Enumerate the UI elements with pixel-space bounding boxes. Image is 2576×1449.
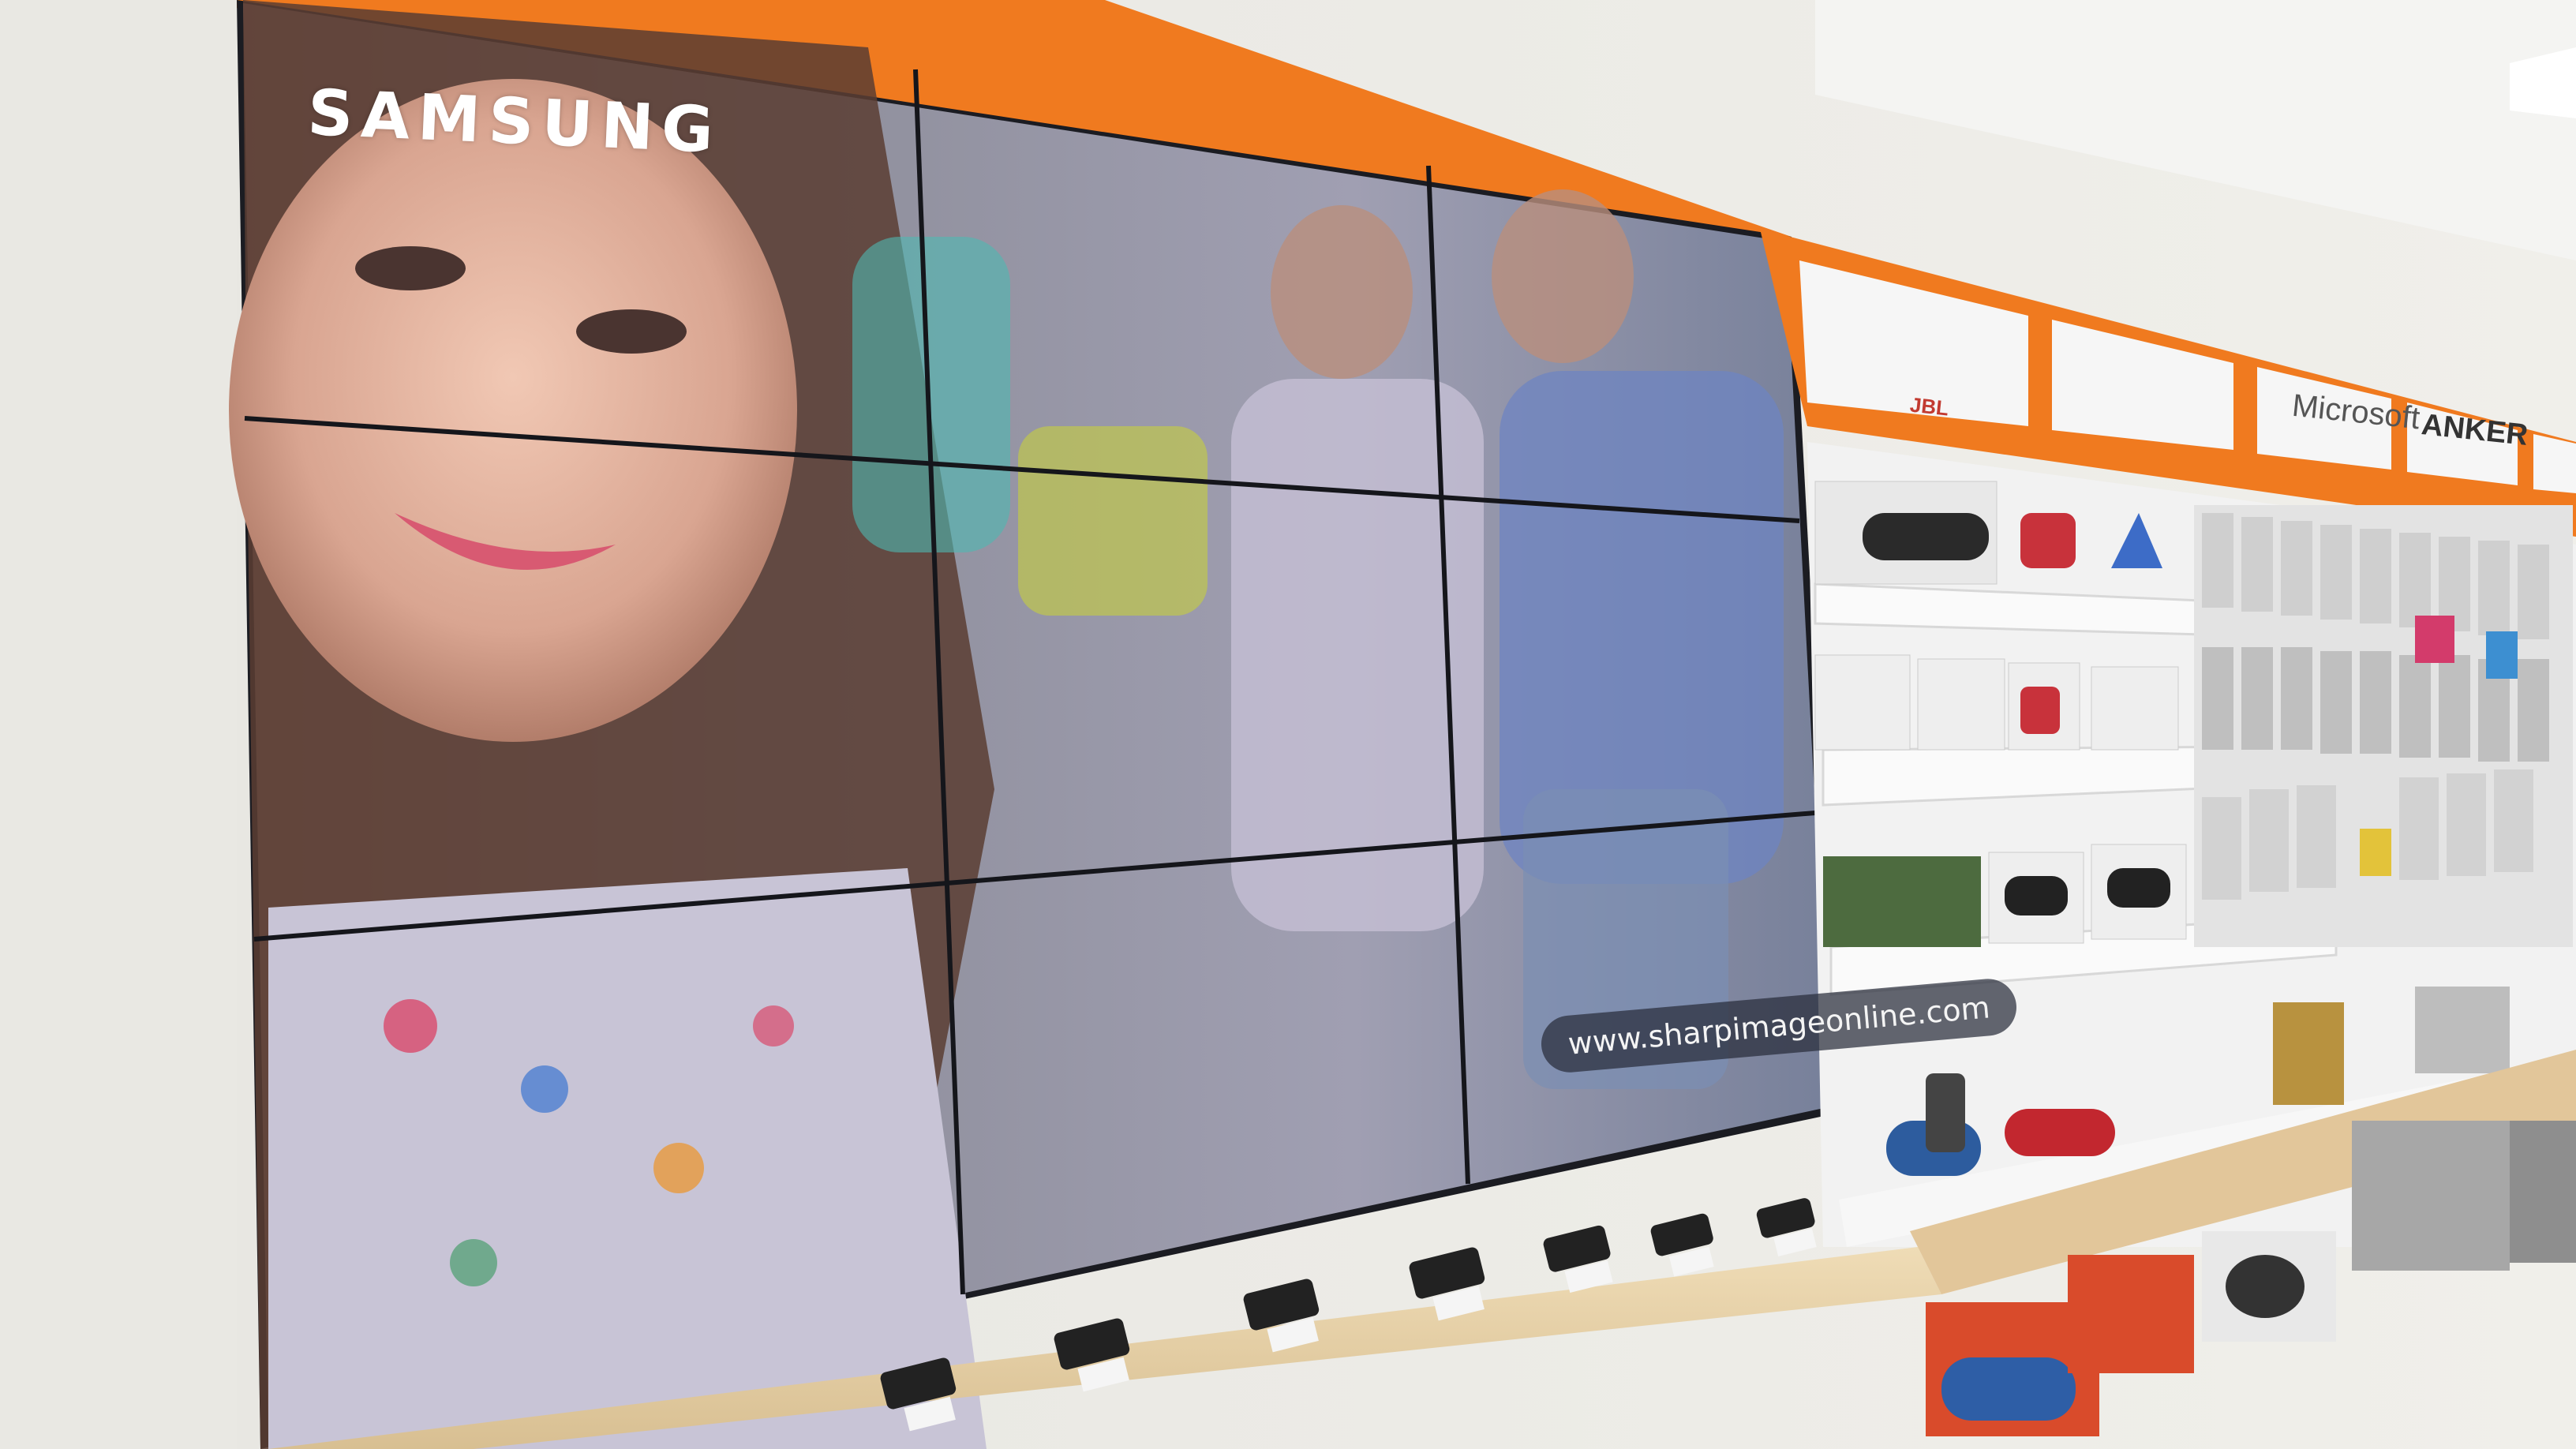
store-scene — [0, 0, 2576, 1449]
woman-blouse — [268, 868, 987, 1449]
person-right-head — [1492, 189, 1634, 363]
sign-panel-5 — [2533, 434, 2576, 493]
woman-eye-right — [576, 309, 687, 354]
woman-face — [229, 79, 797, 742]
woman-eye-left — [355, 246, 466, 290]
person-yellow — [1018, 426, 1208, 616]
shelf-sign-jbl: JBL — [1908, 392, 1950, 421]
hanging-accessories — [2194, 505, 2573, 947]
person-center-head — [1271, 205, 1413, 379]
left-wall-edge — [0, 0, 237, 1449]
